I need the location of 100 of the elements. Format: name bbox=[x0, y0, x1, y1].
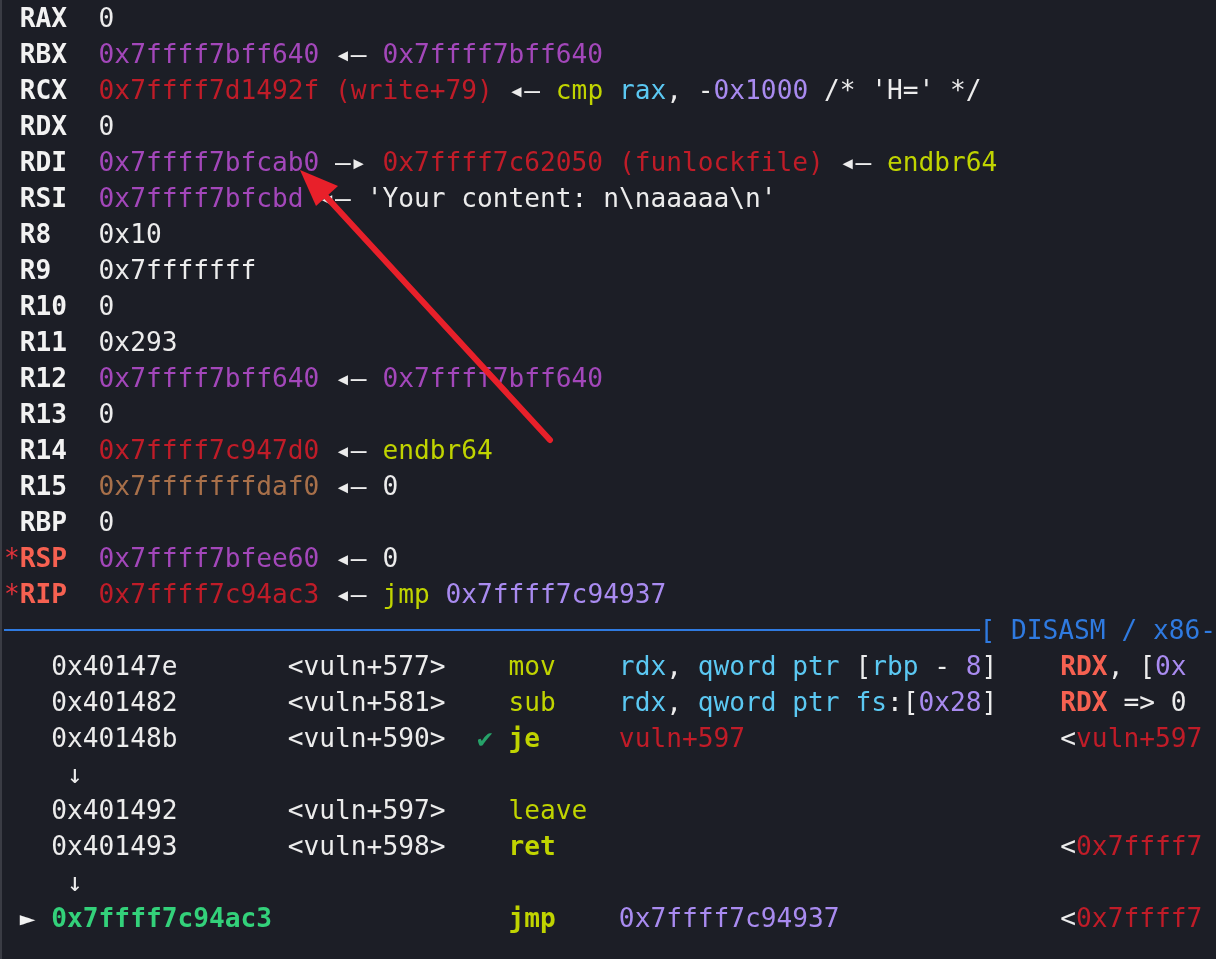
instruction-address: 0x401482 bbox=[51, 687, 178, 717]
number: 0x28 bbox=[918, 687, 982, 717]
flow-arrow: ↓ bbox=[67, 866, 83, 899]
address: 0x7ffff7c62050 bbox=[382, 146, 604, 179]
text: 0x10 bbox=[98, 218, 162, 251]
text: , bbox=[666, 687, 682, 717]
text: ◂— bbox=[335, 434, 367, 467]
text: ◂— bbox=[335, 38, 367, 71]
address: 0x7ffff7c94ac3 bbox=[98, 578, 320, 611]
text: [ bbox=[855, 651, 872, 681]
number: 0x7ffff7c94937 bbox=[618, 903, 840, 933]
register-name: RDI bbox=[19, 147, 68, 177]
section-header: [ DISASM / x86- bbox=[979, 614, 1216, 647]
current-pointer: ► bbox=[19, 903, 36, 933]
text: < bbox=[1060, 903, 1077, 933]
instruction: cmp bbox=[555, 74, 604, 107]
number: 0x7ffff7c94937 bbox=[445, 578, 667, 611]
address: (funlockfile) bbox=[618, 146, 824, 179]
register-name: R12 bbox=[19, 363, 68, 393]
mnemonic: je bbox=[508, 723, 541, 753]
instruction-address: 0x401492 bbox=[51, 795, 178, 825]
register: rdx bbox=[618, 687, 667, 717]
address: (write+79) bbox=[335, 74, 493, 107]
symbol: <vuln+598> bbox=[287, 831, 446, 861]
address: 0x7ffff7bfcab0 bbox=[98, 146, 320, 179]
register: RDX bbox=[1060, 651, 1108, 681]
text: 'Your content: n\naaaaa\n' bbox=[366, 182, 777, 215]
text: ] bbox=[981, 651, 998, 681]
number: 0x bbox=[1154, 651, 1187, 681]
address: 0x7ffff7d1492f bbox=[98, 74, 320, 107]
text: - bbox=[697, 74, 714, 107]
number: 0x1000 bbox=[713, 74, 809, 107]
register: fs bbox=[855, 687, 887, 717]
instruction-address: 0x7ffff7c94ac3 bbox=[51, 903, 273, 933]
register-name: RIP bbox=[19, 579, 68, 609]
text: ] bbox=[981, 687, 998, 717]
flow-arrow: ↓ bbox=[67, 758, 83, 791]
register-name: RSP bbox=[19, 543, 68, 573]
register-name: RCX bbox=[19, 75, 68, 105]
register-name: RAX bbox=[19, 3, 68, 33]
mnemonic: sub bbox=[508, 687, 556, 717]
text: ◂— bbox=[839, 146, 872, 179]
address: 0x7ffff7bff640 bbox=[98, 38, 320, 71]
text: 0 bbox=[98, 2, 115, 35]
register-name: RSI bbox=[19, 183, 68, 213]
register-name: R14 bbox=[19, 435, 68, 465]
register: RDX bbox=[1060, 687, 1108, 717]
address: 0x7ffff7bff640 bbox=[98, 362, 320, 395]
text: < bbox=[1060, 723, 1077, 753]
text: ◂— bbox=[335, 470, 367, 503]
symbol: <vuln+581> bbox=[287, 687, 446, 717]
address: 0x7ffff7 bbox=[1076, 831, 1203, 861]
text: < bbox=[1060, 831, 1077, 861]
text: - bbox=[934, 651, 951, 681]
text: 0 bbox=[98, 506, 115, 539]
text: :[ bbox=[886, 687, 919, 717]
mnemonic: leave bbox=[508, 795, 588, 825]
mnemonic: ret bbox=[508, 831, 556, 861]
text: 0 bbox=[382, 542, 399, 575]
symbol: <vuln+577> bbox=[287, 651, 446, 681]
changed-marker: * bbox=[4, 579, 20, 609]
text: 0 bbox=[382, 470, 399, 503]
address: vuln+597 bbox=[618, 723, 745, 753]
changed-marker: * bbox=[4, 543, 20, 573]
text: 0 bbox=[1170, 687, 1187, 717]
text: => bbox=[1123, 687, 1155, 717]
symbol: <vuln+597> bbox=[287, 795, 446, 825]
address: 0x7fffffffdaf0 bbox=[98, 470, 320, 503]
address: 0x7ffff7bff640 bbox=[382, 38, 604, 71]
address: 0x7ffff7bfee60 bbox=[98, 542, 320, 575]
text: ◂— bbox=[335, 542, 367, 575]
text: 0 bbox=[98, 110, 115, 143]
register: rax bbox=[618, 74, 667, 107]
register-name: RBX bbox=[19, 39, 68, 69]
text: 0x7fffffff bbox=[98, 254, 257, 287]
text: ◂— bbox=[335, 362, 367, 395]
address: 0x7ffff7 bbox=[1076, 903, 1203, 933]
text: , bbox=[666, 651, 682, 681]
register: rbp bbox=[871, 651, 919, 681]
register-name: RDX bbox=[19, 111, 68, 141]
mnemonic: jmp bbox=[508, 903, 556, 933]
text: —▸ bbox=[335, 146, 367, 179]
register-name: R8 bbox=[19, 219, 52, 249]
symbol: <vuln+590> bbox=[287, 723, 446, 753]
mnemonic: mov bbox=[508, 651, 556, 681]
instruction-address: 0x40147e bbox=[51, 651, 178, 681]
number: 8 bbox=[965, 651, 982, 681]
instruction: endbr64 bbox=[382, 434, 493, 467]
text: ◂— bbox=[335, 578, 367, 611]
text: ◂— bbox=[508, 74, 541, 107]
text: 0 bbox=[98, 398, 115, 431]
branch-taken-mark: ✔ bbox=[476, 723, 493, 753]
instruction-address: 0x40148b bbox=[51, 723, 178, 753]
register-name: R11 bbox=[19, 327, 68, 357]
text: , bbox=[1107, 651, 1124, 681]
instruction-address: 0x401493 bbox=[51, 831, 178, 861]
register-name: RBP bbox=[19, 507, 68, 537]
text: /* 'H=' */ bbox=[823, 74, 982, 107]
instruction: endbr64 bbox=[886, 146, 998, 179]
register: qword ptr bbox=[697, 651, 840, 681]
